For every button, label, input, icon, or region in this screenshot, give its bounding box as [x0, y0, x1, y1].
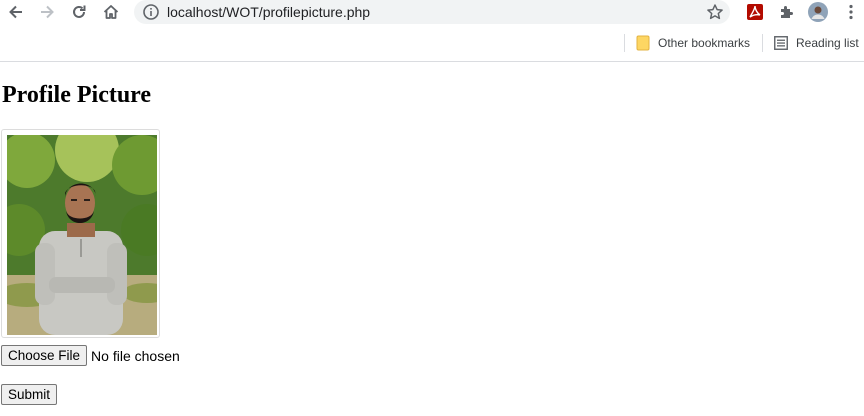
pdf-extension-icon[interactable] [745, 2, 765, 22]
info-icon[interactable] [142, 3, 160, 21]
reading-list-icon [774, 36, 788, 50]
home-icon[interactable] [99, 0, 123, 24]
file-status-text: No file chosen [91, 347, 180, 364]
profile-avatar[interactable] [808, 2, 828, 22]
submit-button[interactable]: Submit [1, 384, 58, 405]
profile-picture-frame [1, 129, 160, 338]
profile-picture [7, 135, 157, 335]
address-bar-url[interactable]: localhost/WOT/profilepicture.php [167, 4, 370, 20]
browser-toolbar: localhost/WOT/profilepicture.php [0, 0, 864, 24]
puzzle-icon[interactable] [777, 2, 797, 22]
submit-row: Submit [1, 384, 58, 405]
kebab-menu-icon[interactable] [841, 2, 861, 22]
bookmarks-bar: Other bookmarks Reading list [0, 24, 864, 62]
reading-list[interactable]: Reading list [774, 33, 859, 53]
address-bar[interactable]: localhost/WOT/profilepicture.php [134, 0, 730, 24]
file-input: Choose File No file chosen [1, 345, 180, 366]
star-icon[interactable] [706, 3, 724, 21]
reload-icon[interactable] [67, 0, 91, 24]
other-bookmarks-label: Other bookmarks [658, 36, 751, 50]
forward-arrow-icon[interactable] [35, 0, 59, 24]
reading-list-label: Reading list [796, 36, 859, 50]
other-bookmarks[interactable]: Other bookmarks [636, 33, 750, 53]
bookmarks-separator [624, 34, 625, 52]
back-arrow-icon[interactable] [4, 0, 28, 24]
choose-file-button[interactable]: Choose File [1, 345, 88, 366]
folder-icon [636, 35, 650, 51]
bookmarks-separator [762, 34, 763, 52]
page-title: Profile Picture [2, 82, 152, 108]
